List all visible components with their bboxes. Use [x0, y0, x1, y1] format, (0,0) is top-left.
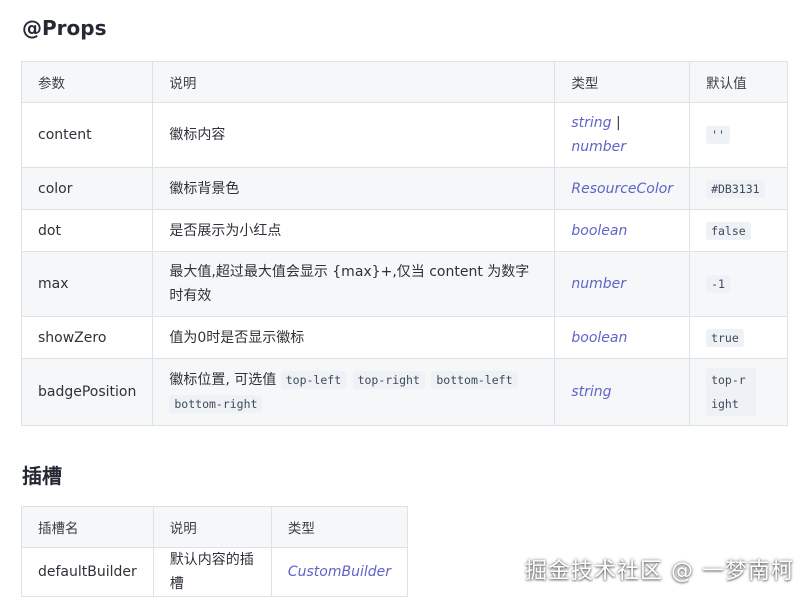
param-type: string: [554, 358, 691, 426]
header-type: 类型: [270, 506, 409, 548]
param-type: boolean: [554, 316, 691, 359]
param-default: -1: [689, 251, 788, 317]
header-param: 参数: [20, 61, 154, 103]
param-name: max: [20, 251, 154, 317]
table-row: defaultBuilder 默认内容的插槽 CustomBuilder: [21, 547, 409, 597]
param-type: boolean: [554, 209, 691, 252]
param-name: content: [20, 102, 154, 168]
type-separator: |: [611, 115, 621, 131]
param-name: dot: [20, 209, 154, 252]
default-code: true: [706, 328, 744, 347]
param-description: 徽标内容: [152, 102, 556, 168]
param-description: 最大值,超过最大值会显示 {max}+,仅当 content 为数字时有效: [152, 251, 556, 317]
props-table: 参数 说明 类型 默认值 content 徽标内容 string | numbe…: [20, 61, 788, 426]
type-value: string: [571, 115, 612, 131]
param-default: #DB3131: [689, 167, 788, 210]
param-name: showZero: [20, 316, 154, 359]
props-header-row: 参数 说明 类型 默认值: [20, 61, 788, 103]
slot-name: defaultBuilder: [21, 547, 154, 597]
type-value: number: [571, 139, 627, 155]
header-description: 说明: [152, 61, 556, 103]
header-default: 默认值: [689, 61, 788, 103]
type-value: boolean: [571, 329, 628, 346]
type-value: string: [571, 384, 612, 400]
param-name: badgePosition: [20, 358, 154, 426]
default-code: -1: [706, 275, 730, 293]
header-slot-name: 插槽名: [21, 506, 154, 548]
option-code: top-left: [280, 371, 347, 389]
table-row: content 徽标内容 string | number '': [20, 102, 788, 168]
type-value: ResourceColor: [571, 180, 674, 197]
param-default: true: [689, 316, 788, 359]
param-type: string | number: [554, 102, 691, 168]
param-description: 徽标位置, 可选值 top-left top-right bottom-left…: [152, 358, 556, 426]
option-code: bottom-right: [169, 395, 263, 413]
slots-section-title: 插槽: [22, 464, 62, 488]
watermark: 掘金技术社区 @ 一梦南柯: [525, 559, 794, 584]
default-code: '': [706, 126, 730, 144]
table-row: badgePosition 徽标位置, 可选值 top-left top-rig…: [20, 358, 788, 426]
table-row: showZero 值为0时是否显示徽标 boolean true: [20, 316, 788, 359]
header-type: 类型: [554, 61, 691, 103]
param-default: false: [689, 209, 788, 252]
slots-table: 插槽名 说明 类型 defaultBuilder 默认内容的插槽 CustomB…: [21, 506, 409, 597]
slot-type: CustomBuilder: [270, 547, 409, 597]
param-type: number: [554, 251, 691, 317]
description-text: 徽标位置, 可选值: [169, 372, 277, 388]
param-description: 徽标背景色: [152, 167, 556, 210]
type-value: CustomBuilder: [287, 564, 391, 580]
table-row: max 最大值,超过最大值会显示 {max}+,仅当 content 为数字时有…: [20, 251, 788, 317]
table-row: dot 是否展示为小红点 boolean false: [20, 209, 788, 252]
slots-header-row: 插槽名 说明 类型: [21, 506, 409, 548]
default-code: top-right: [706, 368, 757, 416]
option-code: bottom-left: [431, 371, 518, 389]
slot-description: 默认内容的插槽: [152, 547, 272, 597]
header-description: 说明: [152, 506, 272, 548]
default-code: #DB3131: [706, 179, 765, 198]
type-value: number: [571, 276, 627, 292]
param-default: '': [689, 102, 788, 168]
param-name: color: [20, 167, 154, 210]
option-code: top-right: [352, 371, 425, 389]
table-row: color 徽标背景色 ResourceColor #DB3131: [20, 167, 788, 210]
param-description: 值为0时是否显示徽标: [152, 316, 556, 359]
type-value: boolean: [571, 222, 628, 239]
param-default: top-right: [689, 358, 788, 426]
param-type: ResourceColor: [554, 167, 691, 210]
props-section-title: @Props: [22, 16, 107, 40]
default-code: false: [706, 221, 751, 240]
param-description: 是否展示为小红点: [152, 209, 556, 252]
